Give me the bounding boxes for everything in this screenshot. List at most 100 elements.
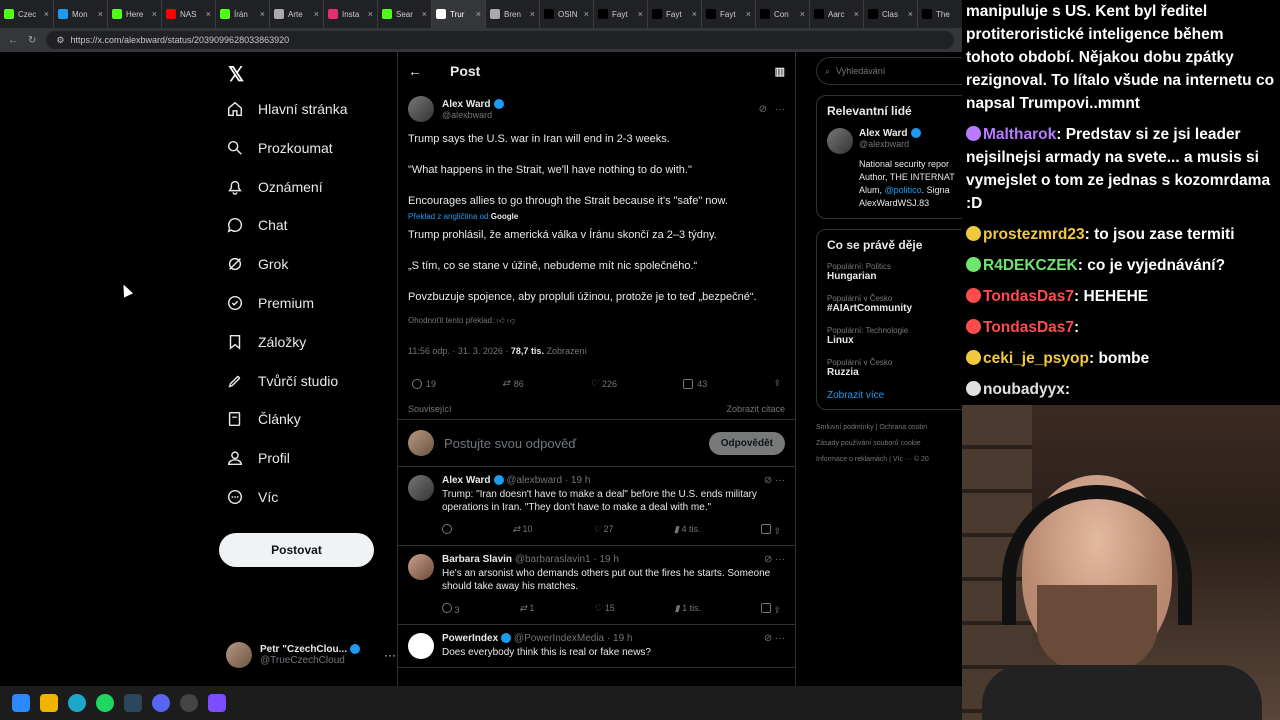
trend-item[interactable]: Populární: Politics Hungarian xyxy=(827,262,962,282)
close-icon[interactable]: × xyxy=(98,9,103,19)
reply-action[interactable] xyxy=(442,524,452,537)
reply-item[interactable]: Barbara Slavin @barbaraslavin1 · 19 h ⊘ ·… xyxy=(398,546,795,625)
show-more-link[interactable]: Zobrazit více xyxy=(827,390,962,401)
file-explorer-icon[interactable] xyxy=(40,694,58,712)
reply-author-name[interactable]: Barbara Slavin xyxy=(442,554,512,565)
repost-action[interactable]: ⇄ 86 xyxy=(502,378,524,389)
browser-tab[interactable]: Sear × xyxy=(378,0,432,28)
browser-tab[interactable]: OSIN × xyxy=(540,0,594,28)
url-field[interactable]: ⚙ https://x.com/alexbward/status/2039099… xyxy=(46,31,954,49)
bookmark-action[interactable]: 43 xyxy=(683,378,707,389)
close-icon[interactable]: × xyxy=(152,9,157,19)
close-icon[interactable]: × xyxy=(584,9,589,19)
avatar[interactable] xyxy=(408,96,434,122)
browser-tab[interactable]: Insta × xyxy=(324,0,378,28)
share-icon[interactable]: ⇪ xyxy=(773,378,781,389)
reply-author-handle[interactable]: @barbaraslavin1 · 19 h xyxy=(515,554,619,565)
back-icon[interactable]: ← xyxy=(8,35,18,46)
browser-tab[interactable]: Arte × xyxy=(270,0,324,28)
discord-icon[interactable] xyxy=(152,694,170,712)
reply-author-handle[interactable]: @alexbward · 19 h xyxy=(506,475,590,486)
footer-link[interactable]: Smluvní podmínky xyxy=(816,424,874,431)
reply-item[interactable]: PowerIndex @PowerIndexMedia · 19 h ⊘ ··· D… xyxy=(398,625,795,668)
close-icon[interactable]: × xyxy=(908,9,913,19)
views-action[interactable]: ▮ 4 tis. xyxy=(674,524,700,537)
browser-tab[interactable]: Mon × xyxy=(54,0,108,28)
more-dots-icon[interactable]: ⊘ ··· xyxy=(764,475,785,486)
close-icon[interactable]: × xyxy=(44,9,49,19)
obs-icon[interactable] xyxy=(180,694,198,712)
more-dots-icon[interactable]: ⊘ ··· xyxy=(764,633,785,644)
person-item[interactable]: Alex Ward @alexbward xyxy=(827,128,962,154)
windows-start-icon[interactable] xyxy=(12,694,30,712)
browser-tab[interactable]: Írán × xyxy=(216,0,270,28)
repost-action[interactable]: ⇄ 10 xyxy=(512,524,532,537)
more-dots-icon[interactable]: ··· xyxy=(384,648,396,662)
reply-action[interactable]: 3 xyxy=(442,603,460,616)
reader-icon[interactable]: ▥ xyxy=(775,65,785,78)
reply-author-name[interactable]: Alex Ward xyxy=(442,475,491,486)
close-icon[interactable]: × xyxy=(422,9,427,19)
footer-link[interactable]: Ochrana osobn xyxy=(879,424,927,431)
close-icon[interactable]: × xyxy=(854,9,859,19)
reply-input[interactable]: Postujte svou odpověď xyxy=(444,436,576,451)
chat-username[interactable]: noubadyyx xyxy=(983,381,1065,398)
nav-item-more[interactable]: Víc xyxy=(226,488,278,506)
footer-link[interactable]: Informace o reklamách xyxy=(816,456,887,463)
nav-item-search[interactable]: Prozkoumat xyxy=(226,139,333,157)
nav-item-grok[interactable]: Grok xyxy=(226,255,288,273)
app-grid-icon[interactable] xyxy=(208,694,226,712)
chat-username[interactable]: TondasDas7 xyxy=(983,288,1074,305)
politico-link[interactable]: @politico xyxy=(885,185,922,195)
tweet-author-name[interactable]: Alex Ward xyxy=(442,99,504,110)
thumbs-up-icon[interactable]: 👍︎ xyxy=(496,316,504,325)
bookmark-icon[interactable]: ⇪ xyxy=(760,603,781,616)
bookmark-icon[interactable]: ⇪ xyxy=(760,524,781,537)
more-dots-icon[interactable]: ⊘ ··· xyxy=(764,554,785,565)
thumbs-down-icon[interactable]: 👎︎ xyxy=(507,316,515,325)
share-icon[interactable]: ⇪ xyxy=(773,526,781,536)
nav-item-rocket[interactable]: Tvůrčí studio xyxy=(226,372,338,390)
close-icon[interactable]: × xyxy=(692,9,697,19)
nav-item-person[interactable]: Profil xyxy=(226,449,290,467)
browser-tab[interactable]: Fayt × xyxy=(702,0,756,28)
reply-author-handle[interactable]: @PowerIndexMedia · 19 h xyxy=(514,633,633,644)
close-icon[interactable]: × xyxy=(260,9,265,19)
account-switcher[interactable]: Petr "CzechClou... @TrueCzechCloud ··· xyxy=(226,642,396,668)
browser-tab[interactable]: Here × xyxy=(108,0,162,28)
more-dots-icon[interactable]: ··· xyxy=(775,104,785,115)
trend-item[interactable]: Populární v Česko Ruzzia xyxy=(827,358,962,378)
browser-tab[interactable]: Trur × xyxy=(432,0,486,28)
nav-item-bookmark[interactable]: Záložky xyxy=(226,333,306,351)
share-icon[interactable]: ⇪ xyxy=(773,605,781,615)
browser-tab[interactable]: NAS × xyxy=(162,0,216,28)
reply-item[interactable]: Alex Ward @alexbward · 19 h ⊘ ··· Trump: "… xyxy=(398,467,795,546)
related-link[interactable]: Související xyxy=(408,399,452,419)
nav-item-article[interactable]: Články xyxy=(226,410,301,428)
close-icon[interactable]: × xyxy=(314,9,319,19)
close-icon[interactable]: × xyxy=(800,9,805,19)
chat-username[interactable]: TondasDas7 xyxy=(983,319,1074,336)
repost-action[interactable]: ⇄ 1 xyxy=(519,603,534,616)
browser-tab[interactable]: Fayt × xyxy=(648,0,702,28)
browser-tab[interactable]: Clas × xyxy=(864,0,918,28)
trend-item[interactable]: Populární: Technologie Linux xyxy=(827,326,962,346)
grok-icon[interactable]: ⊘ xyxy=(759,104,767,115)
footer-link[interactable]: Zásady používání souborů cookie xyxy=(816,436,962,452)
nav-item-home[interactable]: Hlavní stránka xyxy=(226,100,347,118)
footer-link[interactable]: Víc ··· xyxy=(893,456,912,463)
reply-author-name[interactable]: PowerIndex xyxy=(442,633,498,644)
chat-username[interactable]: ceki_je_psyop xyxy=(983,350,1089,367)
close-icon[interactable]: × xyxy=(206,9,211,19)
spotify-icon[interactable] xyxy=(96,694,114,712)
close-icon[interactable]: × xyxy=(476,9,481,19)
edge-icon[interactable] xyxy=(68,694,86,712)
like-action[interactable]: ♡ 226 xyxy=(590,378,617,389)
translation-label[interactable]: Překlad z angličtina od xyxy=(408,212,489,221)
steam-icon[interactable] xyxy=(124,694,142,712)
nav-item-bell[interactable]: Oznámení xyxy=(226,178,323,196)
back-arrow-icon[interactable]: ← xyxy=(408,63,422,79)
tweet-author-handle[interactable]: @alexbward xyxy=(442,110,504,120)
views-action[interactable]: ▮ 1 tis. xyxy=(675,603,701,616)
browser-tab[interactable]: Bren × xyxy=(486,0,540,28)
